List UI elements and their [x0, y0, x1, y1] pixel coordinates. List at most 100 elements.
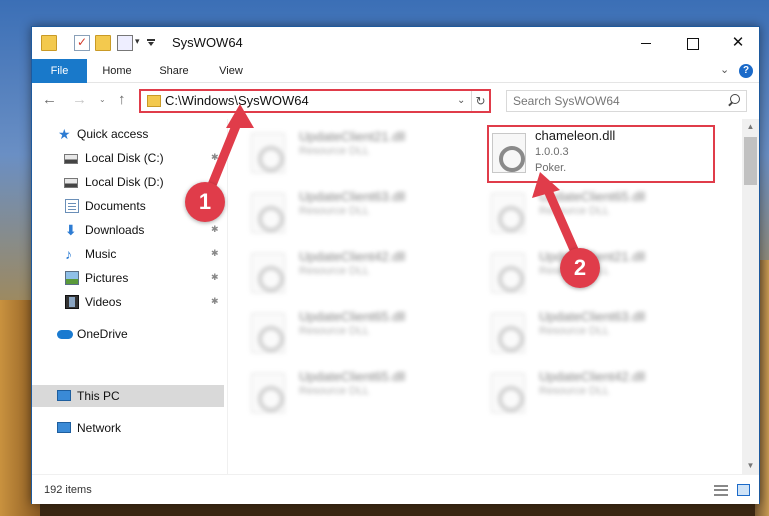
sidebar-item-this-pc[interactable]: This PC: [32, 385, 224, 407]
search-icon[interactable]: [727, 94, 740, 107]
help-icon[interactable]: ?: [739, 64, 753, 78]
properties-checkbox-icon[interactable]: ✓: [74, 35, 90, 51]
drive-icon: [64, 178, 78, 188]
pin-icon[interactable]: ✱: [211, 272, 219, 283]
annotation-badge-2: 2: [560, 248, 600, 288]
pin-icon[interactable]: ✱: [211, 224, 219, 235]
sidebar-item-local-disk-c[interactable]: Local Disk (C:) ✱: [32, 147, 224, 169]
sidebar-item-pictures[interactable]: Pictures ✱: [32, 267, 224, 289]
file-name: chameleon.dll: [535, 128, 616, 143]
sidebar-item-downloads[interactable]: ⬇ Downloads ✱: [32, 219, 224, 241]
sidebar-item-label: This PC: [77, 389, 120, 403]
status-bar: 192 items: [32, 474, 759, 504]
properties-icon[interactable]: [117, 35, 133, 51]
file-version: 1.0.0.3: [535, 146, 569, 158]
pin-icon[interactable]: ✱: [211, 296, 219, 307]
tab-file[interactable]: File: [32, 59, 87, 83]
sidebar-item-music[interactable]: ♪ Music ✱: [32, 243, 224, 265]
large-icons-view-icon[interactable]: [737, 484, 750, 496]
address-dropdown-icon[interactable]: ⌄: [457, 95, 465, 106]
maximize-button[interactable]: [669, 27, 715, 59]
sidebar-item-label: Quick access: [77, 127, 149, 141]
onedrive-icon: [57, 330, 73, 339]
back-arrow-icon[interactable]: ←: [42, 92, 57, 108]
search-input[interactable]: [513, 93, 713, 109]
sidebar-item-label: Downloads: [85, 223, 145, 237]
dll-file-icon: [491, 193, 525, 233]
new-folder-icon[interactable]: [95, 35, 111, 51]
sidebar-item-quick-access[interactable]: ★ Quick access: [32, 123, 224, 145]
file-type: Resource DLL: [299, 385, 370, 397]
customize-toolbar-icon[interactable]: [147, 36, 155, 48]
file-type: Resource DLL: [539, 205, 610, 217]
network-icon: [57, 422, 71, 433]
file-name: UpdateClient65.dll: [539, 189, 646, 204]
file-item[interactable]: UpdateClient21.dll Resource DLL: [229, 127, 459, 183]
navigation-bar: ← → ⌄ ↑ C:\Windows\SysWOW64 ⌄ ↻: [32, 83, 759, 119]
sidebar-item-label: Local Disk (C:): [85, 151, 164, 165]
folder-icon: [147, 95, 161, 107]
dll-file-icon: [491, 313, 525, 353]
file-type: Resource DLL: [299, 205, 370, 217]
details-view-icon[interactable]: [714, 485, 728, 496]
search-box[interactable]: [506, 90, 747, 112]
dll-file-icon: [492, 133, 526, 173]
file-item[interactable]: UpdateClient65.dll Resource DLL: [229, 307, 459, 363]
download-icon: ⬇: [65, 222, 77, 238]
refresh-icon[interactable]: ↻: [471, 91, 489, 111]
scroll-up-icon[interactable]: ▲: [742, 119, 759, 135]
sidebar-item-onedrive[interactable]: OneDrive: [32, 323, 224, 345]
scroll-down-icon[interactable]: ▼: [742, 458, 759, 474]
file-item[interactable]: UpdateClient42.dll Resource DLL: [229, 247, 459, 303]
dll-file-icon: [251, 193, 285, 233]
tab-home[interactable]: Home: [94, 59, 140, 83]
computer-icon: [57, 390, 71, 401]
music-icon: ♪: [65, 246, 72, 262]
dll-file-icon: [251, 253, 285, 293]
expand-ribbon-icon[interactable]: ⌄: [720, 63, 729, 76]
title-bar: ✓ ▾ SysWOW64 ✕: [32, 27, 759, 59]
close-button[interactable]: ✕: [715, 27, 761, 59]
dll-file-icon: [491, 373, 525, 413]
file-name: UpdateClient65.dll: [299, 309, 406, 324]
chevron-down-icon[interactable]: ▾: [135, 36, 140, 47]
pin-icon: ✱: [211, 152, 219, 162]
sidebar-item-network[interactable]: Network: [32, 417, 224, 439]
file-item-chameleon[interactable]: chameleon.dll 1.0.0.3 Poker.: [487, 125, 715, 183]
star-icon: ★: [58, 126, 71, 142]
forward-arrow-icon[interactable]: →: [72, 92, 87, 108]
sidebar-item-label: Network: [77, 421, 122, 435]
sidebar-item-label: Music: [85, 247, 117, 261]
recent-locations-icon[interactable]: ⌄: [99, 95, 106, 104]
file-name: UpdateClient42.dll: [299, 249, 406, 264]
dll-file-icon: [491, 253, 525, 293]
navigation-pane: ★ Quick access Local Disk (C:) ✱ Local D…: [32, 119, 228, 474]
tab-view[interactable]: View: [208, 59, 254, 83]
tab-share[interactable]: Share: [150, 59, 198, 83]
file-type: Resource DLL: [539, 385, 610, 397]
pin-icon[interactable]: ✱: [211, 248, 219, 259]
file-item[interactable]: UpdateClient63.dll Resource DLL: [229, 187, 459, 243]
up-arrow-icon[interactable]: ↑: [118, 92, 126, 108]
address-bar[interactable]: C:\Windows\SysWOW64 ⌄ ↻: [139, 89, 491, 113]
file-type: Resource DLL: [299, 265, 370, 277]
file-item[interactable]: UpdateClient63.dll Resource DLL: [469, 307, 699, 363]
documents-icon: [65, 199, 79, 213]
address-path[interactable]: C:\Windows\SysWOW64: [165, 93, 309, 108]
sidebar-item-label: Local Disk (D:): [85, 175, 164, 189]
sidebar-item-label: Videos: [85, 295, 122, 309]
file-item[interactable]: UpdateClient65.dll Resource DLL: [469, 187, 699, 243]
dll-file-icon: [251, 313, 285, 353]
vertical-scrollbar[interactable]: ▲ ▼: [742, 119, 759, 474]
sidebar-item-videos[interactable]: Videos ✱: [32, 291, 224, 313]
file-item[interactable]: UpdateClient65.dll Resource DLL: [229, 367, 459, 423]
scrollbar-thumb[interactable]: [744, 137, 757, 185]
videos-icon: [65, 295, 79, 309]
file-type: Resource DLL: [299, 145, 370, 157]
minimize-button[interactable]: [623, 27, 669, 59]
window-title: SysWOW64: [172, 35, 243, 50]
sidebar-item-label: Pictures: [85, 271, 129, 285]
file-name: UpdateClient63.dll: [539, 309, 646, 324]
drive-icon: [64, 154, 78, 164]
file-item[interactable]: UpdateClient42.dll Resource DLL: [469, 367, 699, 423]
